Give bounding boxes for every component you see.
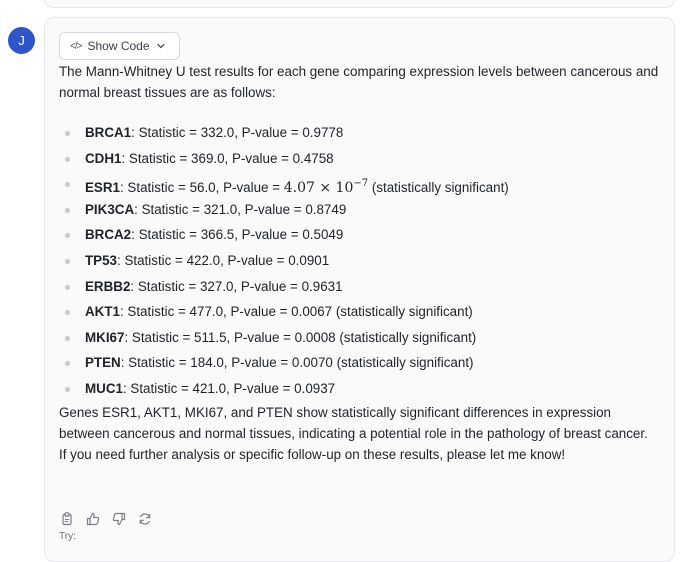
gene-stats: : Statistic = 511.5, P-value = 0.0008 (s… <box>124 329 477 345</box>
list-item: TP53: Statistic = 422.0, P-value = 0.090… <box>59 248 659 274</box>
gene-stats: : Statistic = 321.0, P-value = 0.8749 <box>134 201 347 217</box>
show-code-label: Show Code <box>87 39 150 53</box>
list-item: MKI67: Statistic = 511.5, P-value = 0.00… <box>59 325 659 351</box>
gene-stats: : Statistic = 184.0, P-value = 0.0070 (s… <box>120 355 474 371</box>
regenerate-icon[interactable] <box>137 511 153 527</box>
gene-name: TP53 <box>85 252 118 268</box>
math-base: 4.07 × 10 <box>283 180 354 197</box>
list-item: AKT1: Statistic = 477.0, P-value = 0.006… <box>59 299 659 325</box>
gene-name: PIK3CA <box>85 201 135 217</box>
significance-note: (statistically significant) <box>368 180 509 196</box>
list-item: PIK3CA: Statistic = 321.0, P-value = 0.8… <box>59 197 659 223</box>
gene-name: CDH1 <box>85 150 122 166</box>
gene-name: ERBB2 <box>85 278 131 294</box>
intro-text: The Mann-Whitney U test results for each… <box>59 64 659 100</box>
gene-name: MKI67 <box>85 329 125 345</box>
assistant-message-card: </> Show Code The Mann-Whitney U test re… <box>44 17 675 562</box>
chevron-down-icon <box>156 41 166 51</box>
gene-stats: : Statistic = 327.0, P-value = 0.9631 <box>130 278 343 294</box>
message-actions <box>59 511 153 527</box>
gene-stats: : Statistic = 369.0, P-value = 0.4758 <box>121 150 334 166</box>
show-code-button[interactable]: </> Show Code <box>59 32 180 60</box>
list-item: BRCA2: Statistic = 366.5, P-value = 0.50… <box>59 222 659 248</box>
list-item: CDH1: Statistic = 369.0, P-value = 0.475… <box>59 146 659 172</box>
avatar: J <box>8 27 35 54</box>
previous-message-card <box>44 0 675 8</box>
gene-name: BRCA2 <box>85 227 132 243</box>
followup-text: If you need further analysis or specific… <box>59 446 566 462</box>
copy-icon[interactable] <box>59 511 75 527</box>
p-value-math: 4.07 × 10−7 <box>283 178 369 197</box>
thumbs-up-icon[interactable] <box>85 511 101 527</box>
math-exponent: −7 <box>353 178 369 190</box>
list-item: BRCA1: Statistic = 332.0, P-value = 0.97… <box>59 120 659 146</box>
list-item: PTEN: Statistic = 184.0, P-value = 0.007… <box>59 350 659 376</box>
list-item: ERBB2: Statistic = 327.0, P-value = 0.96… <box>59 274 659 300</box>
list-item: MUC1: Statistic = 421.0, P-value = 0.093… <box>59 376 659 402</box>
code-icon: </> <box>70 40 83 52</box>
thumbs-down-icon[interactable] <box>111 511 127 527</box>
gene-results-list: BRCA1: Statistic = 332.0, P-value = 0.97… <box>59 120 659 402</box>
gene-stats: : Statistic = 477.0, P-value = 0.0067 (s… <box>119 304 473 320</box>
gene-name: BRCA1 <box>85 125 132 140</box>
gene-name: MUC1 <box>85 380 123 396</box>
avatar-letter: J <box>18 33 25 48</box>
try-label: Try: <box>59 531 76 542</box>
message-body: The Mann-Whitney U test results for each… <box>59 61 659 465</box>
gene-stats: : Statistic = 56.0, P-value = <box>119 180 284 196</box>
gene-name: AKT1 <box>85 304 120 320</box>
gene-name: PTEN <box>85 355 121 371</box>
gene-name: ESR1 <box>85 180 120 196</box>
summary-text: Genes ESR1, AKT1, MKI67, and PTEN show s… <box>59 404 648 441</box>
list-item: ESR1: Statistic = 56.0, P-value = 4.07 ×… <box>59 171 659 197</box>
gene-stats: : Statistic = 422.0, P-value = 0.0901 <box>117 252 330 268</box>
gene-stats: : Statistic = 366.5, P-value = 0.5049 <box>131 227 344 243</box>
gene-stats: : Statistic = 421.0, P-value = 0.0937 <box>122 380 336 396</box>
gene-stats: : Statistic = 332.0, P-value = 0.9778 <box>131 125 344 140</box>
